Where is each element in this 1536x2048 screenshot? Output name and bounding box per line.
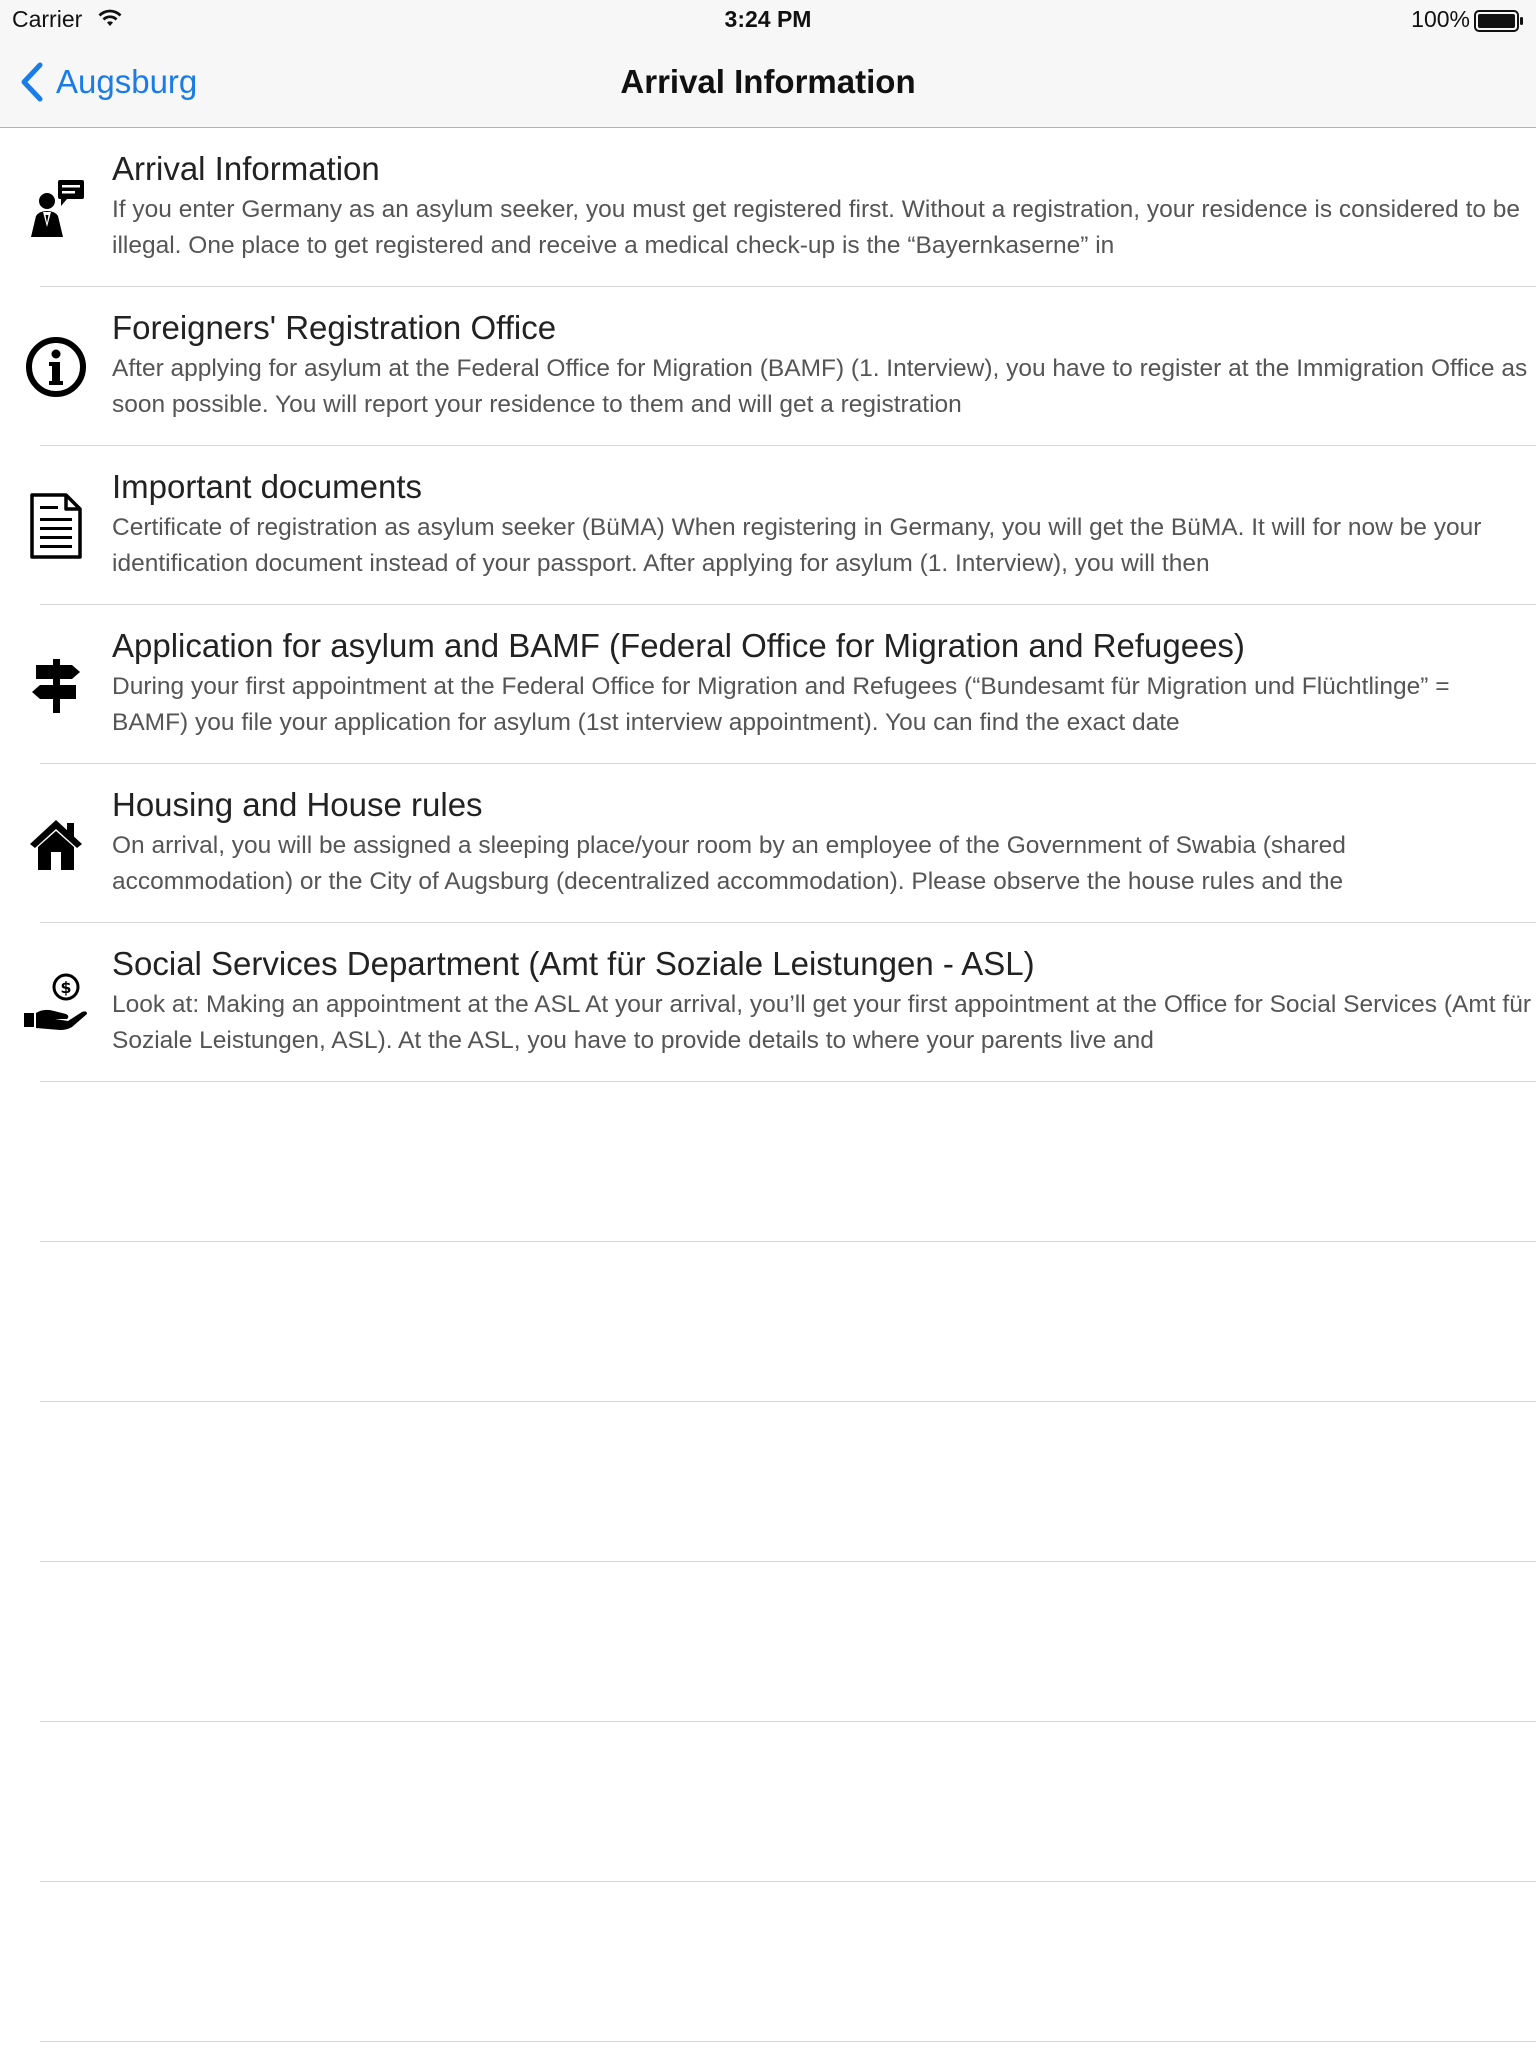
list-item-description: Look at: Making an appointment at the AS… xyxy=(112,991,1531,1054)
list-item-description: After applying for asylum at the Federal… xyxy=(112,355,1528,418)
battery-icon xyxy=(1474,10,1523,32)
status-bar: Carrier 3:24 PM 100% xyxy=(0,0,1536,40)
list-item-title: Important documents xyxy=(112,468,422,505)
list-item-description: During your first appointment at the Fed… xyxy=(112,673,1450,736)
list-item-description: Certificate of registration as asylum se… xyxy=(112,514,1482,577)
empty-row xyxy=(40,1242,1536,1402)
hand-money-icon: $ xyxy=(20,967,92,1039)
list-item-title: Arrival Information xyxy=(112,150,380,187)
list-item-title: Application for asylum and BAMF (Federal… xyxy=(112,627,1245,664)
empty-row xyxy=(40,1082,1536,1242)
empty-row xyxy=(40,1402,1536,1562)
list-item-description: If you enter Germany as an asylum seeker… xyxy=(112,196,1521,259)
signpost-icon xyxy=(20,649,92,721)
list-item-title: Social Services Department (Amt für Sozi… xyxy=(112,945,1035,982)
empty-row xyxy=(40,1882,1536,2042)
list-item-title: Foreigners' Registration Office xyxy=(112,309,557,346)
empty-row xyxy=(40,1722,1536,1882)
list-item-social-services-department[interactable]: $ Social Services Department (Amt für So… xyxy=(24,923,1536,1082)
list-item-description: On arrival, you will be assigned a sleep… xyxy=(112,832,1346,895)
empty-row xyxy=(40,1562,1536,1722)
page-title: Arrival Information xyxy=(620,63,916,100)
list-item-foreigners-registration-office[interactable]: Foreigners' Registration Office After ap… xyxy=(26,287,1536,446)
list-item-important-documents[interactable]: Important documents Certificate of regis… xyxy=(30,446,1536,605)
battery-percentage: 100% xyxy=(1411,6,1470,32)
house-icon xyxy=(20,808,92,880)
list-item-application-for-asylum[interactable]: Application for asylum and BAMF (Federal… xyxy=(32,605,1536,764)
topic-list: Arrival Information If you enter Germany… xyxy=(0,128,1536,2042)
person-speech-icon xyxy=(20,172,92,244)
list-item-arrival-information[interactable]: Arrival Information If you enter Germany… xyxy=(31,128,1536,287)
document-icon xyxy=(20,490,92,562)
list-item-title: Housing and House rules xyxy=(112,786,483,823)
list-item-housing-and-house-rules[interactable]: Housing and House rules On arrival, you … xyxy=(30,764,1536,923)
navigation-bar: Augsburg Arrival Information xyxy=(0,40,1536,128)
svg-text:$: $ xyxy=(60,978,71,997)
status-time: 3:24 PM xyxy=(724,6,812,32)
info-icon xyxy=(20,331,92,403)
